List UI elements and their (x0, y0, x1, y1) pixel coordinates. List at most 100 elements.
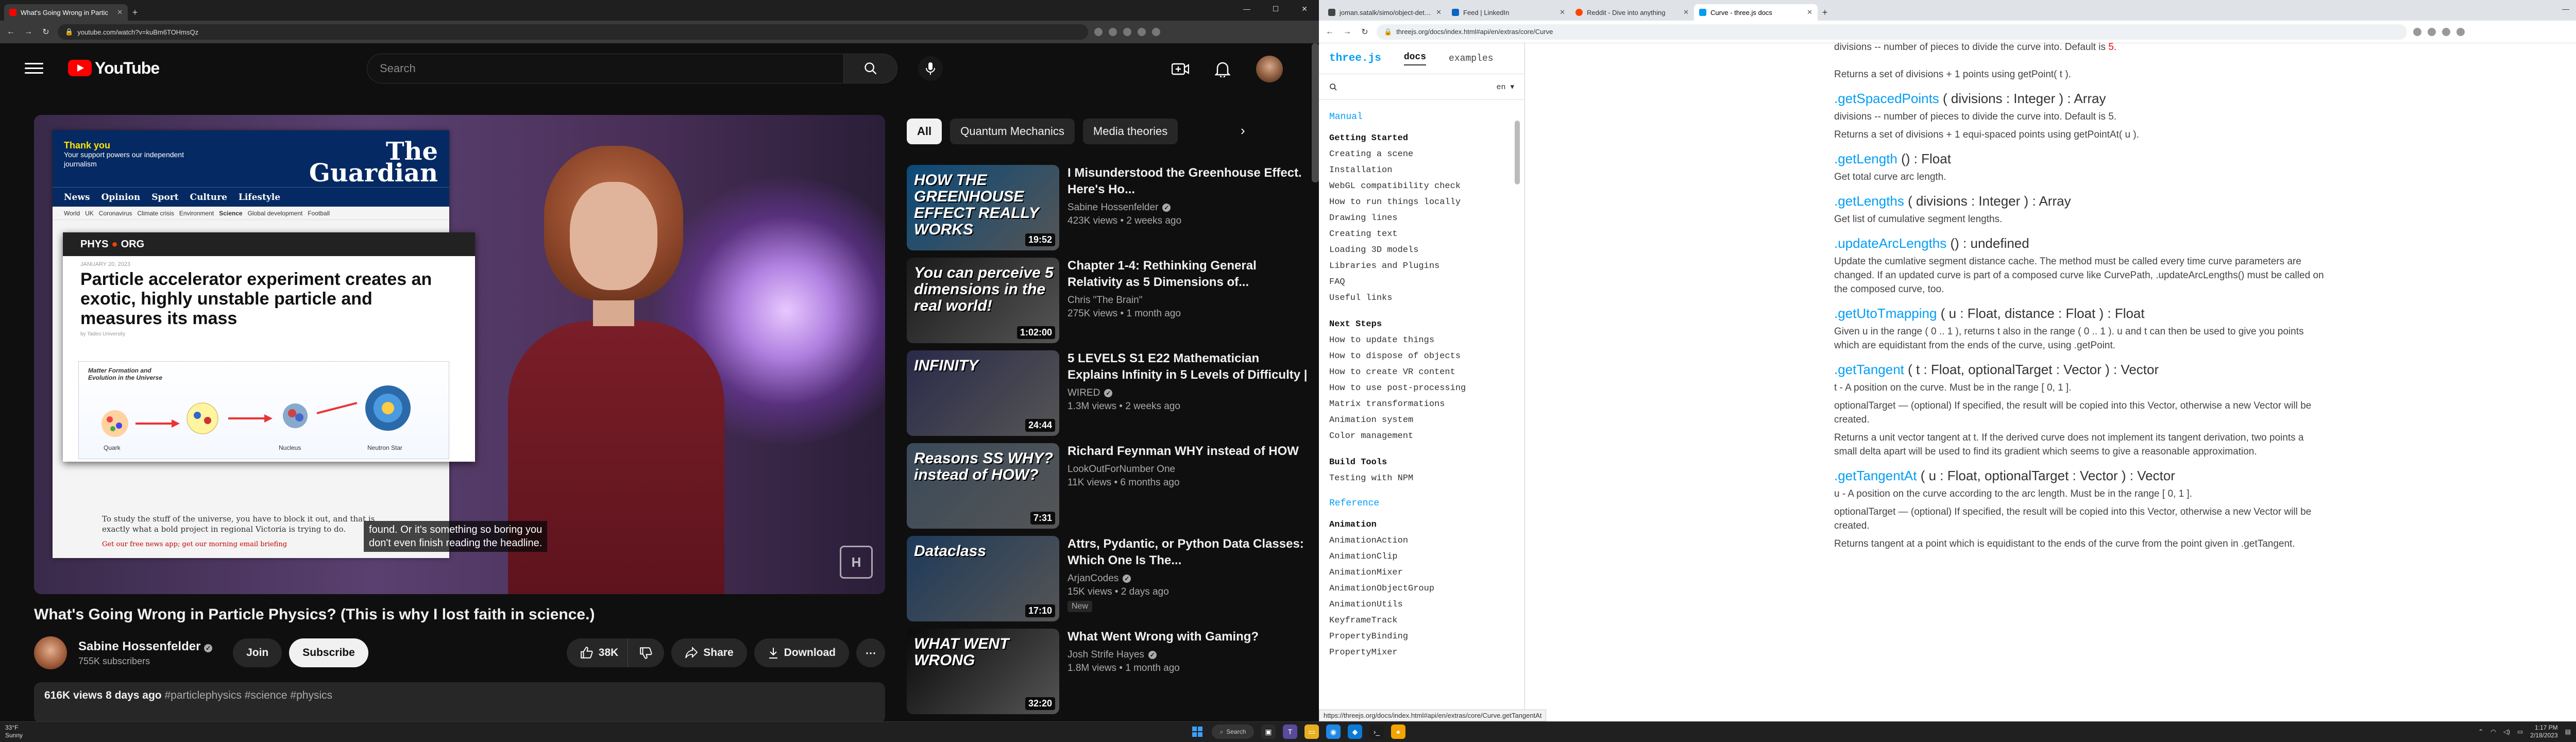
like-button[interactable]: 38K (566, 638, 628, 667)
back-icon[interactable]: ← (1324, 27, 1335, 37)
tab-youtube[interactable]: What's Going Wrong in Partic ✕ (4, 4, 128, 21)
nav-link[interactable]: PropertyMixer (1329, 645, 1524, 661)
nav-link[interactable]: How to create VR content (1329, 364, 1524, 380)
channel-name[interactable]: LookOutForNumber One (1067, 464, 1299, 475)
close-tab-icon[interactable]: ✕ (1683, 8, 1689, 16)
nav-link[interactable]: Color management (1329, 428, 1524, 444)
video-thumbnail[interactable]: HOW THE GREENHOUSE EFFECT REALLY WORKS 19… (907, 165, 1059, 250)
video-thumbnail[interactable]: You can perceive 5 dimensions in the rea… (907, 258, 1059, 343)
extension-icon[interactable] (1094, 28, 1103, 36)
recommended-video[interactable]: WHAT WENT WRONG 32:20 What Went Wrong with… (907, 629, 1309, 716)
profile-icon[interactable] (2456, 27, 2465, 36)
task-view-icon[interactable]: ▣ (1261, 724, 1276, 739)
profile-icon[interactable] (1152, 28, 1160, 36)
taskbar-search[interactable]: ⌕ Search (1212, 724, 1254, 739)
nav-link[interactable]: AnimationMixer (1329, 565, 1524, 581)
nav-section-manual[interactable]: Manual (1329, 109, 1524, 125)
tab-docs[interactable]: docs (1403, 52, 1427, 65)
back-icon[interactable]: ← (5, 27, 16, 37)
tab-github[interactable]: joman.satalk/simo/object-detect ✕ (1323, 4, 1447, 21)
extension-icon[interactable] (1123, 28, 1131, 36)
method-signature[interactable]: .getLength () : Float (1834, 152, 2576, 166)
nav-link[interactable]: AnimationAction (1329, 533, 1524, 549)
video-thumbnail[interactable]: Reasons SS WHY? instead of HOW? 7:31 (907, 443, 1059, 529)
close-window-icon[interactable]: ✕ (1290, 0, 1319, 18)
close-tab-icon[interactable]: ✕ (1560, 8, 1565, 16)
video-thumbnail[interactable]: WHAT WENT WRONG 32:20 (907, 629, 1059, 714)
youtube-logo[interactable]: YouTube (68, 59, 160, 78)
video-title[interactable]: Richard Feynman WHY instead of HOW (1067, 443, 1299, 460)
chip-media-theories[interactable]: Media theories (1082, 119, 1178, 144)
terminal-icon[interactable]: ›_ (1369, 724, 1384, 739)
channel-name[interactable]: ArjanCodes ✓ (1067, 573, 1309, 584)
video-title[interactable]: Attrs, Pydantic, or Python Data Classes:… (1067, 536, 1309, 569)
method-signature[interactable]: .getUtoTmapping ( u : Float, distance : … (1834, 307, 2576, 321)
method-signature[interactable]: .updateArcLengths () : undefined (1834, 237, 2576, 250)
threejs-logo[interactable]: three.js (1329, 53, 1381, 64)
nav-link[interactable]: Libraries and Plugins (1329, 258, 1524, 274)
docs-search-input[interactable] (1343, 82, 1492, 92)
channel-avatar[interactable] (34, 636, 67, 669)
more-actions-button[interactable]: ⋯ (856, 638, 885, 667)
channel-name[interactable]: WIRED ✓ (1067, 387, 1309, 399)
forward-icon[interactable]: → (23, 27, 34, 37)
join-button[interactable]: Join (233, 638, 282, 667)
weather-widget[interactable]: 33°F Sunny (5, 724, 23, 739)
recommended-video[interactable]: HOW THE GREENHOUSE EFFECT REALLY WORKS 19… (907, 165, 1309, 252)
sidebar-scrollbar[interactable] (1515, 121, 1520, 184)
nav-link[interactable]: FAQ (1329, 274, 1524, 290)
video-thumbnail[interactable]: Dataclass 17:10 (907, 536, 1059, 621)
chrome-icon[interactable]: ◉ (1326, 724, 1341, 739)
tab-reddit[interactable]: Reddit - Dive into anything ✕ (1570, 4, 1694, 21)
close-tab-icon[interactable]: ✕ (1807, 8, 1812, 16)
nav-link[interactable]: How to dispose of objects (1329, 348, 1524, 364)
nav-link[interactable]: AnimationUtils (1329, 597, 1524, 613)
channel-name[interactable]: Sabine Hossenfelder ✓ (1067, 202, 1309, 213)
tab-threejs-docs[interactable]: Curve - three.js docs ✕ (1694, 4, 1818, 21)
hashtags[interactable]: #particlephysics #science #physics (164, 689, 332, 701)
nav-link[interactable]: Testing with NPM (1329, 470, 1524, 486)
app-icon[interactable]: ● (1391, 724, 1405, 739)
chips-next-chevron-icon[interactable]: › (1241, 123, 1245, 139)
nav-link[interactable]: Installation (1329, 162, 1524, 178)
extension-icon[interactable] (1138, 28, 1146, 36)
nav-link[interactable]: How to use post-processing (1329, 380, 1524, 396)
method-signature[interactable]: .getLengths ( divisions : Integer ) : Ar… (1834, 194, 2576, 208)
nav-link[interactable]: KeyframeTrack (1329, 613, 1524, 629)
language-select[interactable]: en ▾ (1496, 82, 1514, 92)
nav-section-reference[interactable]: Reference (1329, 496, 1524, 512)
tray-chevron-icon[interactable]: ⌃ (2478, 728, 2483, 735)
vscode-icon[interactable]: ◆ (1348, 724, 1362, 739)
tab-linkedin[interactable]: Feed | LinkedIn ✕ (1447, 4, 1570, 21)
url-field[interactable]: 🔒 threejs.org/docs/index.html#api/en/ext… (1377, 24, 2407, 40)
search-input[interactable] (367, 54, 844, 83)
clock[interactable]: 1:17 PM 2/18/2023 (2530, 724, 2557, 739)
nav-link[interactable]: Creating a scene (1329, 146, 1524, 162)
create-video-icon[interactable] (1172, 62, 1189, 76)
teams-icon[interactable]: T (1283, 724, 1297, 739)
recommended-video[interactable]: Dataclass 17:10 Attrs, Pydantic, or Python… (907, 536, 1309, 623)
method-signature[interactable]: .getSpacedPoints ( divisions : Integer )… (1834, 92, 2576, 106)
nav-link[interactable]: Drawing lines (1329, 210, 1524, 226)
account-avatar[interactable] (1256, 56, 1283, 82)
file-explorer-icon[interactable]: ▭ (1304, 724, 1319, 739)
share-button[interactable]: Share (671, 638, 747, 667)
notifications-icon[interactable]: ▤ (2565, 728, 2571, 735)
new-tab-button[interactable]: + (128, 4, 142, 21)
video-title[interactable]: What Went Wrong with Gaming? (1067, 629, 1259, 645)
forward-icon[interactable]: → (1342, 27, 1353, 37)
page-scrollbar[interactable] (1312, 43, 1319, 182)
chip-quantum-mechanics[interactable]: Quantum Mechanics (950, 119, 1075, 144)
channel-name[interactable]: Sabine Hossenfelder ✓ (78, 639, 213, 654)
reload-icon[interactable]: ↻ (40, 27, 52, 37)
video-title[interactable]: 5 LEVELS S1 E22 Mathematician Explains I… (1067, 350, 1309, 383)
recommended-video[interactable]: INFINITY 24:44 5 LEVELS S1 E22 Mathematici… (907, 350, 1309, 438)
nav-link[interactable]: PropertyBinding (1329, 629, 1524, 645)
search-button[interactable] (844, 54, 897, 83)
url-field[interactable]: 🔒 youtube.com/watch?v=kuBm6TOHmsQz (58, 24, 1088, 40)
nav-link[interactable]: Creating text (1329, 226, 1524, 242)
minimize-icon[interactable]: — (1232, 0, 1261, 18)
video-description[interactable]: 616K views 8 days ago #particlephysics #… (34, 682, 885, 721)
dislike-button[interactable] (628, 638, 665, 667)
channel-name[interactable]: Chris "The Brain" (1067, 295, 1309, 306)
